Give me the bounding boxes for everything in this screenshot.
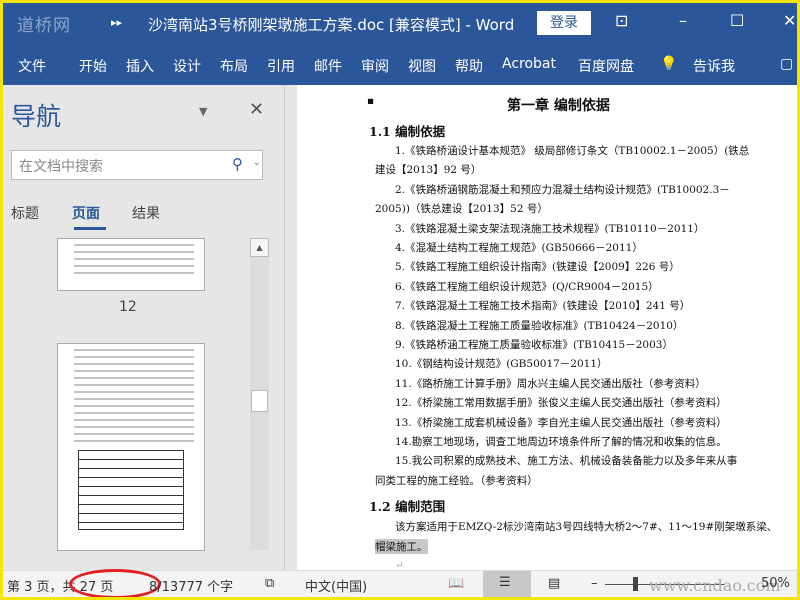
- print-layout-button[interactable]: ☰: [483, 571, 531, 597]
- tab-layout[interactable]: 布局: [220, 56, 248, 76]
- reference-line: 12.《桥梁施工常用数据手册》张俊义主编人民交通出版社（参考资料）: [395, 397, 727, 410]
- tab-home[interactable]: 开始: [79, 56, 107, 76]
- section-heading-1-2: 1.2 编制范围: [369, 499, 446, 514]
- reference-line: 1.《铁路桥涵设计基本规范》 级局部修订条文（TB10002.1－2005）(铁…: [395, 145, 750, 157]
- zoom-level[interactable]: 50%: [761, 576, 790, 591]
- status-bar: 第 3 页，共 27 页 8/13777 个字 ⧉ 中文(中国) 📖 ☰ ▤ –…: [3, 569, 797, 597]
- page-thumbnail-11[interactable]: [57, 238, 205, 291]
- web-layout-icon[interactable]: ▤: [548, 576, 560, 591]
- document-area: ▪ 第一章 编制依据 1.1 编制依据 1.《铁路桥涵设计基本规范》 级局部修订…: [286, 85, 797, 571]
- tab-help[interactable]: 帮助: [455, 56, 483, 76]
- nav-scrollbar[interactable]: ▲: [250, 238, 269, 550]
- page-number-label: 12: [119, 299, 137, 315]
- tab-baidu-netdisk[interactable]: 百度网盘: [578, 56, 634, 76]
- navigation-pane: 导航 ▼ ✕ 在文档中搜索 ⚲ ⌄ 标题 页面 结果 12 ▲: [3, 85, 285, 570]
- tab-design[interactable]: 设计: [173, 56, 201, 76]
- quick-access-more-icon[interactable]: ▸▸: [111, 16, 122, 29]
- zoom-slider-thumb[interactable]: [633, 577, 638, 591]
- reference-line: 3.《铁路混凝土梁支架法现浇施工技术规程》(TB10110－2011）: [395, 222, 705, 235]
- active-tab-indicator: [74, 227, 106, 230]
- comments-icon[interactable]: ▢: [780, 56, 793, 72]
- title-bar: 道桥网 ▸▸ 沙湾南站3号桥刚架墩施工方案.doc [兼容模式] - Word …: [3, 3, 797, 45]
- document-page[interactable]: ▪ 第一章 编制依据 1.1 编制依据 1.《铁路桥涵设计基本规范》 级局部修订…: [297, 85, 797, 571]
- search-placeholder: 在文档中搜索: [19, 159, 103, 175]
- tell-me[interactable]: 告诉我: [693, 56, 735, 76]
- zoom-out-button[interactable]: –: [591, 576, 598, 591]
- reference-line: 同类工程的施工经验。（参考资料）: [375, 474, 538, 487]
- close-button[interactable]: ✕: [783, 11, 796, 30]
- maximize-button[interactable]: ☐: [730, 11, 744, 30]
- tab-results[interactable]: 结果: [132, 203, 160, 223]
- tab-pages[interactable]: 页面: [72, 203, 100, 223]
- read-mode-icon[interactable]: 📖: [448, 576, 464, 591]
- lightbulb-icon: 💡: [660, 56, 678, 72]
- reference-line: 15.我公司积累的成熟技术、施工方法、机械设备装备能力以及多年来从事: [395, 455, 738, 468]
- red-annotation-circle: [69, 569, 161, 597]
- bullet: ▪: [367, 95, 375, 107]
- tab-file[interactable]: 文件: [18, 56, 46, 76]
- tab-headings[interactable]: 标题: [11, 203, 39, 223]
- tab-references[interactable]: 引用: [267, 56, 295, 76]
- tab-insert[interactable]: 插入: [126, 56, 154, 76]
- language[interactable]: 中文(中国): [305, 576, 367, 595]
- search-icon[interactable]: ⚲: [232, 155, 243, 173]
- scrollbar-thumb[interactable]: [251, 390, 268, 412]
- chevron-down-icon[interactable]: ⌄: [253, 158, 261, 168]
- tab-review[interactable]: 审阅: [361, 56, 389, 76]
- word-window: 道桥网 ▸▸ 沙湾南站3号桥刚架墩施工方案.doc [兼容模式] - Word …: [3, 3, 797, 597]
- reference-line: 14.勘察工地现场，调查工地周边环境条件所了解的情况和收集的信息。: [395, 436, 727, 448]
- chapter-heading: 第一章 编制依据: [507, 98, 610, 114]
- reference-line: 2.《铁路桥涵钢筋混凝土和预应力混凝土结构设计规范》(TB10002.3－: [395, 183, 730, 196]
- reference-line: 11.《路桥施工计算手册》周水兴主编人民交通出版社（参考资料）: [395, 377, 706, 390]
- window-title: 沙湾南站3号桥刚架墩施工方案.doc [兼容模式] - Word: [148, 16, 515, 34]
- reference-line: 13.《桥梁施工成套机械设备》李自光主编人民交通出版社（参考资料）: [395, 416, 727, 429]
- tab-view[interactable]: 视图: [408, 56, 436, 76]
- reference-line: 6.《铁路工程施工组织设计规范》(Q/CR9004－2015）: [395, 280, 659, 293]
- tab-acrobat[interactable]: Acrobat: [502, 56, 556, 72]
- minimize-button[interactable]: –: [679, 11, 687, 30]
- ribbon-display-icon[interactable]: ⊡: [615, 11, 628, 30]
- proofing-icon[interactable]: ⧉: [265, 576, 274, 591]
- site-logo: 道桥网: [17, 16, 71, 36]
- reference-line: 9.《铁路桥涵工程施工质量验收标准》(TB10415－2003）: [395, 339, 673, 351]
- reference-line: 2005))（铁总建设【2013】52 号）: [375, 203, 548, 216]
- login-button[interactable]: 登录: [537, 11, 591, 35]
- scroll-up-button[interactable]: ▲: [250, 238, 269, 257]
- thumbnail-table: [78, 450, 184, 530]
- nav-options-icon[interactable]: ▼: [199, 105, 207, 118]
- reference-line: 7.《铁路混凝土工程施工技术指南》(铁建设【2010】241 号）: [395, 300, 691, 313]
- nav-close-icon[interactable]: ✕: [249, 99, 264, 120]
- nav-title: 导航: [11, 102, 62, 131]
- scope-text: 该方案适用于EMZQ-2标沙湾南站3号四线特大桥2～7#、11～19#刚架墩系梁…: [395, 521, 778, 533]
- reference-line: 5.《铁路工程施工组织设计指南》(铁建设【2009】226 号）: [395, 261, 680, 274]
- reference-line: 建设【2013】92 号）: [375, 164, 482, 177]
- reference-line: 10.《钢结构设计规范》(GB50017－2011）: [395, 358, 608, 371]
- section-heading-1-1: 1.1 编制依据: [369, 124, 446, 139]
- reference-line: 4.《混凝土结构工程施工规范》(GB50666－2011）: [395, 242, 643, 254]
- page-thumbnail-12[interactable]: [57, 343, 205, 551]
- tab-mailings[interactable]: 邮件: [314, 56, 342, 76]
- scope-text-selected: 帽梁施工。: [375, 539, 428, 554]
- ribbon-tabs: 文件 开始 插入 设计 布局 引用 邮件 审阅 视图 帮助 Acrobat 百度…: [3, 45, 797, 85]
- search-input[interactable]: 在文档中搜索 ⚲ ⌄: [11, 150, 263, 180]
- reference-line: 8.《铁路混凝土工程施工质量验收标准》(TB10424－2010）: [395, 319, 684, 332]
- word-count[interactable]: 8/13777 个字: [149, 576, 233, 595]
